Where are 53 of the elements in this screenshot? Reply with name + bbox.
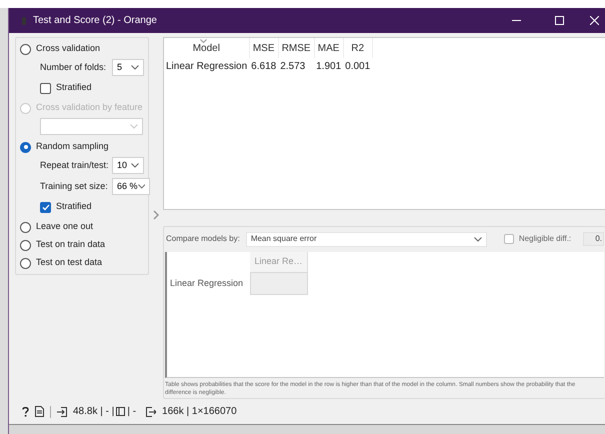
dropdown[interactable]: 5 <box>112 59 144 76</box>
window-title: Test and Score (2) - Orange <box>33 14 157 28</box>
output-icon <box>146 406 156 416</box>
document-icon[interactable] <box>35 406 44 417</box>
app-icon <box>21 16 27 26</box>
chevron-down-icon <box>138 184 145 189</box>
dropdown[interactable]: 10 <box>112 157 144 174</box>
checkbox[interactable] <box>504 234 514 244</box>
radio-label: Test on test data <box>36 256 102 270</box>
compare-label: Compare models by: <box>166 233 240 245</box>
checkbox-label: Stratified <box>56 200 92 214</box>
row-header[interactable]: Linear Regression <box>167 272 250 295</box>
maximize-icon[interactable] <box>555 16 564 25</box>
checkbox[interactable] <box>40 202 51 212</box>
radio-label: Leave one out <box>36 220 94 234</box>
chevron-down-icon <box>131 163 139 168</box>
radio-button[interactable] <box>20 258 31 268</box>
column-header[interactable]: MAE <box>314 38 344 58</box>
chevron-down-icon <box>474 236 482 242</box>
chevron-down-icon <box>131 65 139 70</box>
table-icon <box>116 407 126 416</box>
radio-label: Random sampling <box>36 140 109 154</box>
radio-label: Cross validation by feature <box>36 101 143 114</box>
help-icon[interactable] <box>22 406 29 416</box>
radio-button[interactable] <box>20 222 31 232</box>
checkbox-label: Negligible diff.: <box>518 233 572 245</box>
checkbox[interactable] <box>40 82 51 94</box>
table-cell: 6.618 <box>249 58 278 74</box>
table-cell: 1.901 <box>314 58 344 74</box>
checkbox-label: Stratified <box>56 81 92 94</box>
input-icon <box>57 406 67 416</box>
output-summary: 166k | 1×166070 <box>162 405 237 419</box>
field-label: Number of folds: <box>40 60 104 74</box>
radio-label: Cross validation <box>36 42 100 56</box>
table-cell: 0.001 <box>343 58 372 74</box>
column-header[interactable]: R2 <box>343 38 372 58</box>
input-summary: 48.8k | - | <box>73 405 114 419</box>
sort-icon <box>200 39 207 43</box>
table-cell <box>250 272 308 295</box>
table-cell: 2.573 <box>278 58 314 74</box>
column-header[interactable]: RMSE <box>278 38 314 58</box>
negligible-field[interactable]: 0. <box>583 232 604 246</box>
chevron-down-icon <box>130 124 138 129</box>
radio-label: Test on train data <box>36 238 106 252</box>
input-summary: | - <box>127 405 136 419</box>
close-icon[interactable] <box>590 16 599 25</box>
radio-button[interactable] <box>20 240 31 250</box>
radio-button[interactable] <box>20 142 31 152</box>
radio-button[interactable] <box>20 44 31 54</box>
compare-dropdown[interactable]: Mean square error <box>246 232 487 246</box>
table-cell: Linear Regression <box>164 58 250 74</box>
dropdown[interactable]: 66 % <box>112 178 150 195</box>
column-header[interactable]: MSE <box>249 38 278 58</box>
